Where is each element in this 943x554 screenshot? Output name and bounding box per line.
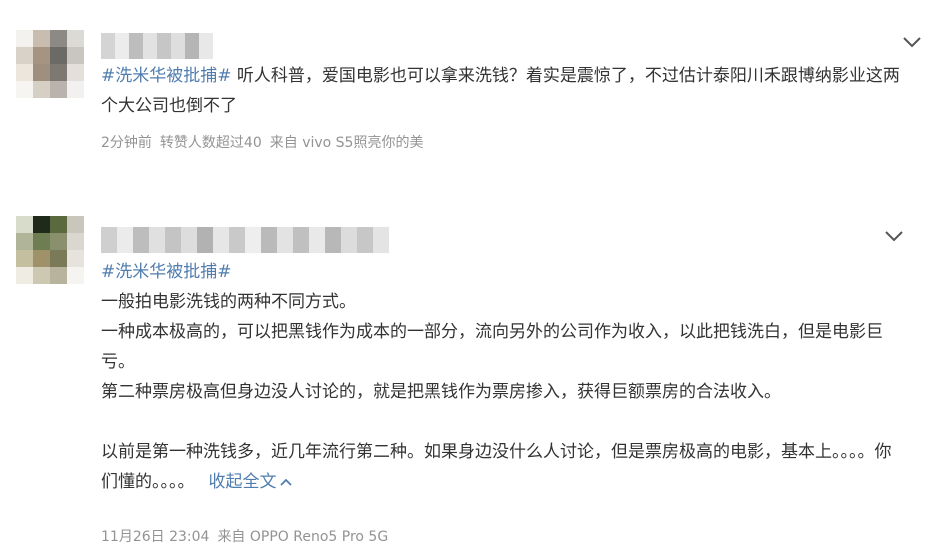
post-source: 来自 vivo S5照亮你的美 bbox=[269, 135, 424, 151]
paragraph: 一般拍电影洗钱的两种不同方式。 bbox=[101, 292, 356, 312]
collapse-label: 收起全文 bbox=[208, 472, 277, 492]
paragraph: 第二种票房极高但身边没人讨论的，就是把黑钱作为票房掺入，获得巨额票房的合法收入。 bbox=[101, 382, 781, 402]
post-meta: 11月26日 23:04 来自 OPPO Reno5 Pro 5G bbox=[101, 527, 396, 547]
chevron-up-icon bbox=[279, 478, 292, 486]
username[interactable] bbox=[101, 33, 213, 59]
post-time[interactable]: 2分钟前 bbox=[101, 135, 152, 151]
topic-link[interactable]: #洗米华被批捕# bbox=[101, 66, 232, 86]
post-time[interactable]: 11月26日 23:04 bbox=[101, 529, 209, 545]
username[interactable] bbox=[101, 227, 389, 253]
avatar[interactable] bbox=[16, 30, 84, 98]
post-text: #洗米华被批捕# 听人科普，爱国电影也可以拿来洗钱？着实是震惊了，不过估计泰阳川… bbox=[101, 61, 901, 121]
topic-link[interactable]: #洗米华被批捕# bbox=[101, 262, 232, 282]
topic-line: #洗米华被批捕# bbox=[101, 257, 901, 287]
post-content: #洗米华被批捕# 一般拍电影洗钱的两种不同方式。 一种成本极高的，可以把黑钱作为… bbox=[101, 257, 901, 497]
post-source: 来自 OPPO Reno5 Pro 5G bbox=[217, 529, 389, 545]
chevron-down-icon[interactable] bbox=[898, 28, 926, 56]
paragraph: 一种成本极高的，可以把黑钱作为成本的一部分，流向另外的公司作为收入，以此把钱洗白… bbox=[101, 322, 883, 372]
post-meta: 2分钟前 转赞人数超过40 来自 vivo S5照亮你的美 bbox=[101, 133, 431, 153]
repost-count: 转赞人数超过40 bbox=[159, 135, 262, 151]
post-content: #洗米华被批捕# 听人科普，爱国电影也可以拿来洗钱？着实是震惊了，不过估计泰阳川… bbox=[101, 61, 901, 121]
chevron-down-icon[interactable] bbox=[880, 222, 908, 250]
paragraph: 以前是第一种洗钱多，近几年流行第二种。如果身边没什么人讨论，但是票房极高的电影，… bbox=[101, 437, 901, 497]
avatar[interactable] bbox=[16, 216, 84, 284]
collapse-button[interactable]: 收起全文 bbox=[209, 472, 293, 492]
